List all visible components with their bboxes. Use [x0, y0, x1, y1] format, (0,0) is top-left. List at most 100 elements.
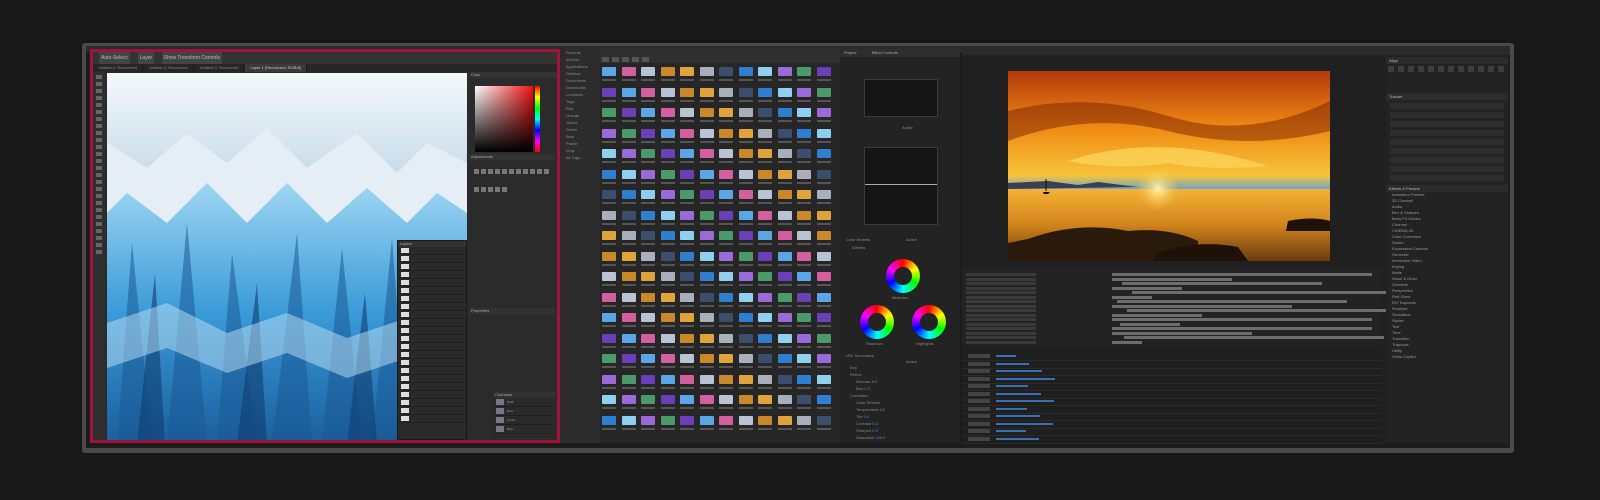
sidebar-item[interactable]: Desktop — [560, 70, 600, 77]
file-thumbnail[interactable] — [621, 251, 636, 261]
layer-row[interactable] — [398, 263, 466, 271]
tool-icon[interactable] — [96, 82, 102, 86]
sidebar-item[interactable]: Yellow — [560, 119, 600, 126]
file-thumbnail[interactable] — [777, 149, 792, 158]
file-thumbnail[interactable] — [797, 87, 811, 97]
layer-row[interactable] — [398, 399, 466, 407]
file-thumbnail[interactable] — [680, 128, 694, 138]
section-wheels[interactable]: Wheels — [852, 245, 865, 250]
tool-icon[interactable] — [96, 89, 102, 93]
file-thumbnail[interactable] — [816, 67, 831, 76]
file-thumbnail[interactable] — [816, 333, 831, 343]
file-thumbnail[interactable] — [816, 128, 831, 138]
file-thumbnail[interactable] — [797, 374, 811, 384]
timeline-layer-row[interactable] — [962, 322, 1382, 327]
output-link[interactable] — [996, 400, 1054, 402]
file-thumbnail[interactable] — [777, 67, 792, 76]
file-thumbnail[interactable] — [758, 292, 772, 302]
file-thumbnail[interactable] — [816, 108, 831, 117]
file-thumbnail[interactable] — [777, 169, 792, 179]
layer-row[interactable] — [398, 295, 466, 303]
tracker-row[interactable] — [1390, 148, 1504, 154]
file-thumbnail[interactable] — [738, 67, 753, 76]
adjustment-icon[interactable] — [502, 187, 507, 192]
adjustment-icon[interactable] — [474, 169, 479, 174]
doc-tab[interactable]: Untitled-2, Recovered — [144, 64, 194, 72]
sidebar-item[interactable]: Red — [560, 105, 600, 112]
file-thumbnail[interactable] — [621, 149, 636, 158]
file-thumbnail[interactable] — [602, 67, 616, 76]
file-thumbnail[interactable] — [758, 333, 772, 343]
file-thumbnail[interactable] — [660, 374, 675, 384]
file-thumbnail[interactable] — [680, 190, 694, 199]
file-thumbnail[interactable] — [758, 272, 772, 281]
tool-icon[interactable] — [96, 215, 102, 219]
layer-duration-bar[interactable] — [1112, 286, 1182, 290]
tool-icon[interactable] — [96, 222, 102, 226]
file-thumbnail[interactable] — [797, 231, 811, 240]
adjustment-icon[interactable] — [481, 187, 486, 192]
tool-icon[interactable] — [96, 145, 102, 149]
file-thumbnail[interactable] — [758, 395, 772, 404]
file-thumbnail[interactable] — [660, 313, 675, 322]
tool-icon[interactable] — [96, 96, 102, 100]
file-thumbnail[interactable] — [699, 128, 714, 138]
file-thumbnail[interactable] — [719, 67, 733, 76]
sidebar-item[interactable]: Tags — [560, 98, 600, 105]
layer-row[interactable] — [398, 247, 466, 255]
back-icon[interactable] — [602, 57, 609, 62]
adjustment-icon[interactable] — [509, 169, 514, 174]
layer-dropdown[interactable]: Layer — [137, 52, 155, 64]
output-link[interactable] — [996, 407, 1027, 410]
file-thumbnail[interactable] — [680, 333, 694, 343]
layer-row[interactable] — [398, 311, 466, 319]
file-thumbnail[interactable] — [758, 231, 772, 240]
tool-icon[interactable] — [96, 131, 102, 135]
timeline-layer-row[interactable] — [962, 340, 1382, 345]
file-thumbnail[interactable] — [738, 128, 753, 138]
timeline-layer-row[interactable] — [962, 309, 1387, 313]
file-thumbnail[interactable] — [680, 272, 694, 281]
file-thumbnail[interactable] — [816, 354, 831, 363]
file-thumbnail[interactable] — [602, 190, 616, 199]
sidebar-item[interactable]: Gray — [560, 147, 600, 154]
color-picker-field[interactable] — [475, 86, 533, 152]
file-thumbnail[interactable] — [797, 354, 811, 363]
file-thumbnail[interactable] — [758, 374, 772, 384]
file-thumbnail[interactable] — [641, 251, 655, 261]
tool-icon[interactable] — [96, 124, 102, 128]
file-thumbnail[interactable] — [777, 415, 792, 425]
file-thumbnail[interactable] — [719, 313, 733, 322]
tool-icon[interactable] — [96, 201, 102, 205]
file-thumbnail[interactable] — [738, 169, 753, 179]
file-thumbnail[interactable] — [602, 210, 616, 220]
effects-list-item[interactable]: Video Copilot — [1386, 354, 1508, 360]
file-thumbnail[interactable] — [719, 374, 733, 384]
file-thumbnail[interactable] — [758, 149, 772, 158]
sidebar-item[interactable]: Applications — [560, 63, 600, 70]
file-thumbnail[interactable] — [777, 231, 792, 240]
file-thumbnail[interactable] — [602, 108, 616, 117]
file-thumbnail[interactable] — [719, 354, 733, 363]
file-thumbnail[interactable] — [680, 313, 694, 322]
curve-graph-main[interactable] — [864, 147, 938, 225]
layer-row[interactable] — [398, 407, 466, 415]
sidebar-item[interactable]: All Tags... — [560, 154, 600, 161]
adjustment-icon[interactable] — [481, 169, 486, 174]
layer-row[interactable] — [398, 327, 466, 335]
file-thumbnail[interactable] — [758, 169, 772, 179]
file-thumbnail[interactable] — [660, 251, 675, 261]
timeline-layer-row[interactable] — [962, 304, 1382, 309]
adjustment-icon[interactable] — [502, 169, 507, 174]
file-thumbnail[interactable] — [680, 149, 694, 158]
adjustment-icon[interactable] — [495, 187, 500, 192]
timeline-layer-row[interactable] — [962, 282, 1382, 286]
file-thumbnail[interactable] — [719, 149, 733, 158]
param-sharpen[interactable]: Sharpen 0.0 — [856, 428, 878, 433]
grid-view-icon[interactable] — [622, 57, 629, 62]
align-icon[interactable] — [1388, 66, 1394, 72]
file-thumbnail[interactable] — [660, 67, 675, 76]
channel-row[interactable]: Red — [493, 407, 555, 416]
align-icon[interactable] — [1478, 66, 1484, 72]
file-thumbnail[interactable] — [777, 108, 792, 117]
